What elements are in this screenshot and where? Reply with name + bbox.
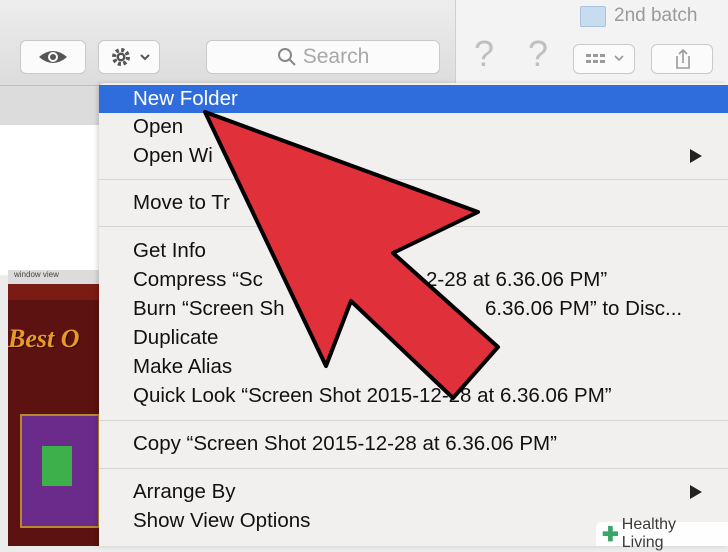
plus-icon: ✚: [602, 523, 619, 546]
arrow-shape: [203, 110, 500, 400]
red-arrow-pointer: [203, 110, 500, 400]
healthy-living-watermark: ✚ Healthy Living: [596, 516, 728, 551]
watermark-text: Healthy Living: [621, 516, 677, 551]
